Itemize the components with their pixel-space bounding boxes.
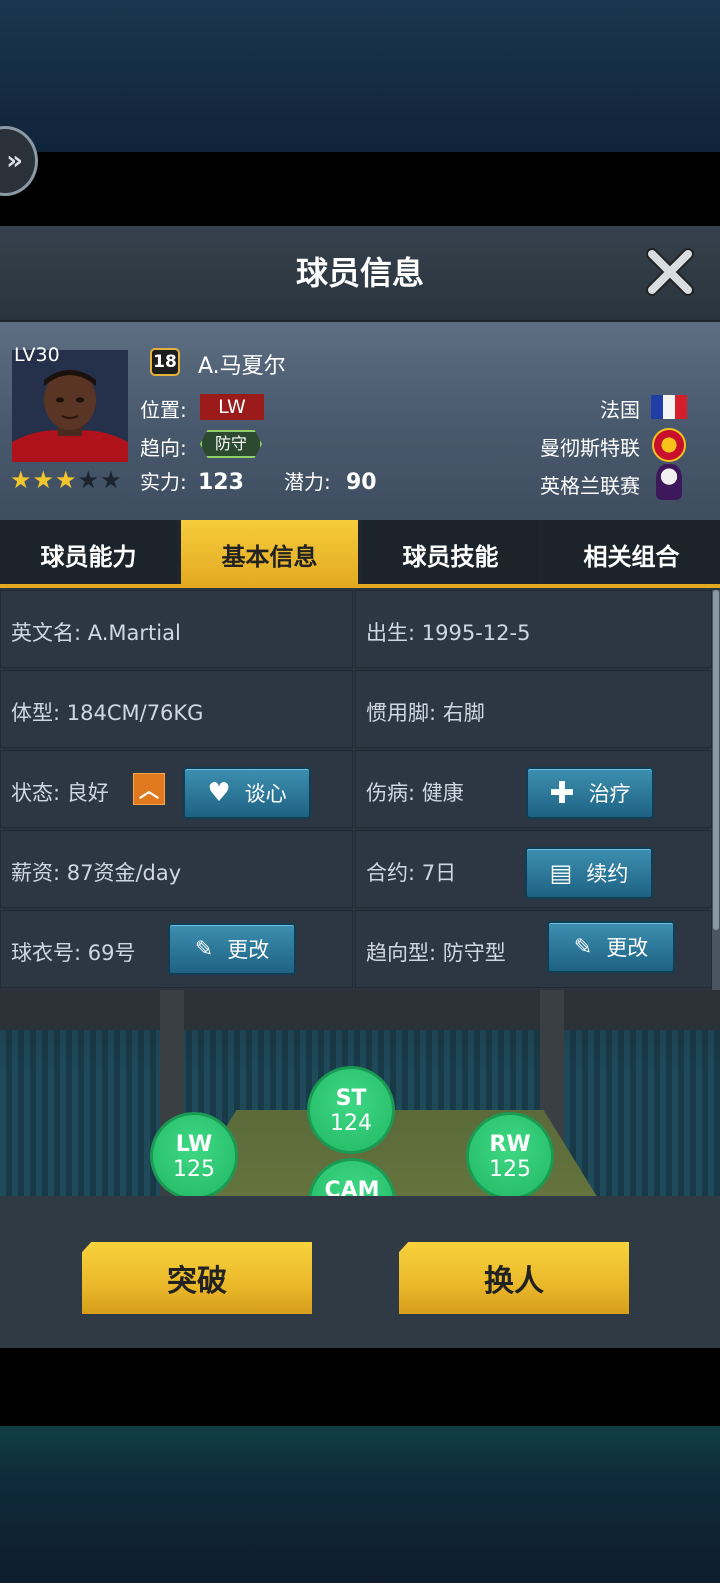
star-icon: ★ [55,466,77,494]
league-name: 英格兰联赛 [540,474,640,498]
close-button[interactable] [642,244,698,300]
position-badge: LW [200,394,264,420]
injury-cell: 伤病: 健康 ✚ 治疗 [355,750,712,828]
spot-position: RW [489,1132,531,1157]
nation-name: 法国 [600,398,640,422]
dialog-title: 球员信息 [295,254,424,292]
trend-badge: 防守 [200,430,262,458]
france-flag-icon [651,395,687,419]
star-rating: ★ ★ ★ ★ ★ [10,468,122,492]
letterbox-bottom [0,1348,720,1426]
plus-icon: ✚ [549,775,575,811]
potential-value: 90 [346,470,377,495]
status-text: 状态: 良好 [11,781,109,805]
talk-button[interactable]: ♥ 谈心 [183,767,311,819]
foot-cell: 惯用脚: 右脚 [355,670,712,748]
trend-type-cell: 趋向型: 防守型 ✎ 更改 [355,910,712,988]
injury-text: 伤病: 健康 [366,781,464,805]
action-bar: 突破 换人 [0,1196,720,1348]
stadium-roof [0,990,720,1030]
salary-text: 薪资: 87资金/day [11,861,182,885]
treat-button[interactable]: ✚ 治疗 [526,767,654,819]
renew-button-label: 续约 [586,862,629,886]
pencil-icon: ✎ [194,936,214,962]
player-face-image [12,350,128,462]
jersey-cell: 球衣号: 69号 ✎ 更改 [0,910,353,988]
background-top [0,0,720,152]
strength-label: 实力: [140,470,187,494]
talk-button-label: 谈心 [244,782,287,806]
spot-position: CAM [324,1178,380,1197]
formation-view: ST 124 LW 125 RW 125 CAM [0,990,720,1196]
club-crest-icon [652,428,686,462]
spot-rating: 125 [489,1157,531,1182]
tab-player-skills[interactable]: 球员技能 [362,520,539,588]
player-summary: LV30 ★ ★ ★ ★ ★ 18 A.马夏尔 位置: LW 趋向: 防守 实力… [0,322,720,520]
letterbox-top [0,152,720,226]
player-name: A.马夏尔 [198,354,286,379]
document-icon: ▤ [549,859,573,887]
swap-player-button[interactable]: 换人 [399,1242,629,1314]
position-label: 位置: [140,398,187,422]
dialog-header: 球员信息 [0,226,720,322]
contract-text: 合约: 7日 [366,861,457,885]
league-logo-icon [656,464,682,500]
star-empty-icon: ★ [77,466,100,494]
change-jersey-label: 更改 [227,938,270,962]
tab-bar: 球员能力 基本信息 球员技能 相关组合 [0,520,720,588]
player-number-badge: 18 [150,348,180,376]
formation-spot-st[interactable]: ST 124 [307,1066,395,1154]
english-name-cell: 英文名: A.Martial [0,590,353,668]
background-bottom [0,1426,720,1583]
strength-value: 123 [198,470,244,495]
tab-player-ability[interactable]: 球员能力 [0,520,177,588]
breakthrough-button[interactable]: 突破 [82,1242,312,1314]
formation-spot-lw[interactable]: LW 125 [150,1112,238,1196]
spot-position: LW [175,1132,213,1157]
basic-info-grid: 英文名: A.Martial 出生: 1995-12-5 体型: 184CM/7… [0,590,712,990]
renew-button[interactable]: ▤ 续约 [525,847,653,899]
status-cell: 状态: 良好 ︿ ♥ 谈心 [0,750,353,828]
formation-spot-rw[interactable]: RW 125 [466,1112,554,1196]
double-chevron-icon: » [6,146,23,176]
trend-label: 趋向: [140,436,187,460]
body-text: 体型: 184CM/76KG [11,701,204,725]
change-jersey-button[interactable]: ✎ 更改 [168,923,296,975]
tab-related-combos[interactable]: 相关组合 [543,520,720,588]
english-name-text: 英文名: A.Martial [11,621,181,645]
player-portrait [12,350,128,462]
birth-text: 出生: 1995-12-5 [366,621,531,645]
spot-rating: 124 [330,1111,372,1136]
star-icon: ★ [32,466,55,494]
change-trend-label: 更改 [606,936,649,960]
treat-button-label: 治疗 [588,782,631,806]
trend-type-text: 趋向型: 防守型 [366,941,506,965]
spot-position: ST [335,1086,367,1111]
star-empty-icon: ★ [100,466,122,494]
foot-text: 惯用脚: 右脚 [366,701,485,725]
salary-cell: 薪资: 87资金/day [0,830,353,908]
body-cell: 体型: 184CM/76KG [0,670,353,748]
change-trend-button[interactable]: ✎ 更改 [547,921,675,973]
player-level: LV30 [14,344,60,366]
heart-icon: ♥ [207,778,231,808]
potential-label: 潜力: [284,470,331,494]
contract-cell: 合约: 7日 ▤ 续约 [355,830,712,908]
pencil-icon: ✎ [573,934,593,960]
birth-cell: 出生: 1995-12-5 [355,590,712,668]
chevron-up-icon: ︿ [133,773,165,805]
player-info-dialog: 球员信息 LV30 ★ ★ ★ ★ ★ 18 A.马夏尔 位置: LW 趋向: … [0,226,720,1348]
scrollbar-thumb[interactable] [713,590,719,930]
scrollbar[interactable] [712,590,720,990]
jersey-text: 球衣号: 69号 [11,941,136,965]
club-name: 曼彻斯特联 [540,436,640,460]
tab-basic-info[interactable]: 基本信息 [181,520,358,588]
tab-underline [0,584,720,588]
spot-rating: 125 [173,1157,215,1182]
star-icon: ★ [10,466,32,494]
close-icon [646,248,694,296]
